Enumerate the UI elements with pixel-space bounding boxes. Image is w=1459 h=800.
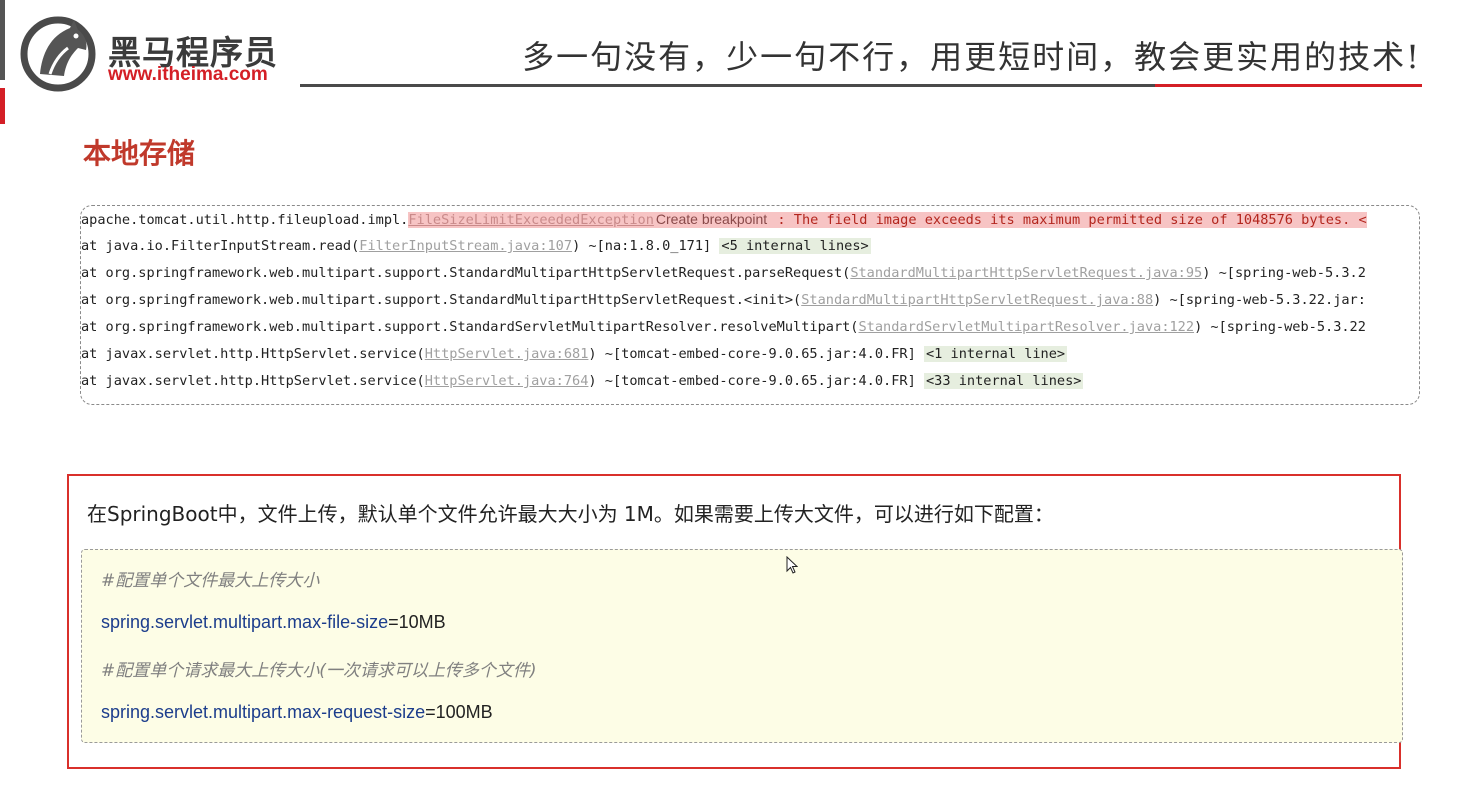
edge-bar-dark: [0, 0, 5, 80]
source-link[interactable]: StandardServletMultipartResolver.java:12…: [859, 319, 1195, 335]
logo-website: www.itheima.com: [108, 64, 268, 85]
trace-line: at org.springframework.web.multipart.sup…: [81, 314, 1366, 341]
trace-frame-text: at javax.servlet.http.HttpServlet.servic…: [81, 346, 425, 362]
trace-frame-text: at org.springframework.web.multipart.sup…: [81, 292, 802, 308]
trace-frame-suffix: ) ~[tomcat-embed-core-9.0.65.jar:4.0.FR]: [588, 373, 924, 389]
config-comment: #配置单个文件最大上传大小: [101, 571, 320, 591]
source-link[interactable]: StandardMultipartHttpServletRequest.java…: [850, 265, 1202, 281]
property-key: spring.servlet.multipart.max-file-size: [101, 612, 389, 632]
config-code-block: #配置单个文件最大上传大小 spring.servlet.multipart.m…: [81, 549, 1403, 743]
trace-frame-suffix: ) ~[spring-web-5.3.22: [1194, 319, 1366, 335]
config-property: spring.servlet.multipart.max-request-siz…: [101, 702, 493, 723]
header-rule-dark: [300, 84, 1156, 87]
source-link[interactable]: HttpServlet.java:681: [425, 346, 589, 362]
source-link[interactable]: StandardMultipartHttpServletRequest.java…: [801, 292, 1153, 308]
exception-class-link[interactable]: FileSizeLimitExceededException: [408, 212, 654, 228]
trace-frame-suffix: ) ~[spring-web-5.3.22.jar:: [1153, 292, 1366, 308]
horse-head-logo-icon: [20, 16, 96, 92]
trace-line-exception: apache.tomcat.util.http.fileupload.impl.…: [81, 206, 1367, 233]
mouse-pointer-icon: [786, 556, 798, 574]
internal-lines-toggle[interactable]: <5 internal lines>: [719, 238, 871, 254]
note-box: 在SpringBoot中，文件上传，默认单个文件允许最大大小为 1M。如果需要上…: [67, 474, 1403, 769]
create-breakpoint-link[interactable]: Create breakpoint: [656, 211, 767, 227]
source-link[interactable]: HttpServlet.java:764: [425, 373, 589, 389]
trace-frame-text: at javax.servlet.http.HttpServlet.servic…: [81, 373, 425, 389]
brand-logo: 黑马程序员 www.itheima.com: [20, 14, 280, 92]
property-value: =10MB: [388, 612, 446, 632]
internal-lines-toggle[interactable]: <1 internal line>: [923, 346, 1068, 362]
trace-line: at java.io.FilterInputStream.read(Filter…: [81, 233, 871, 260]
header-slogan: 多一句没有，少一句不行，用更短时间，教会更实用的技术!: [522, 38, 1421, 76]
exception-message: : The field image exceeds its maximum pe…: [769, 212, 1367, 228]
edge-bar-red: [0, 88, 5, 124]
trace-frame-suffix: ) ~[tomcat-embed-core-9.0.65.jar:4.0.FR]: [588, 346, 924, 362]
internal-lines-toggle[interactable]: <33 internal lines>: [923, 373, 1084, 389]
page-title: 本地存储: [83, 137, 196, 170]
trace-frame-suffix: ) ~[spring-web-5.3.2: [1202, 265, 1366, 281]
stack-trace-panel: apache.tomcat.util.http.fileupload.impl.…: [80, 205, 1420, 405]
trace-frame-suffix: ) ~[na:1.8.0_171]: [572, 238, 720, 254]
trace-line: at javax.servlet.http.HttpServlet.servic…: [81, 368, 1084, 395]
config-property: spring.servlet.multipart.max-file-size=1…: [101, 612, 446, 633]
property-key: spring.servlet.multipart.max-request-siz…: [101, 702, 426, 722]
trace-frame-text: at java.io.FilterInputStream.read(: [81, 238, 360, 254]
trace-frame-text: at org.springframework.web.multipart.sup…: [81, 265, 851, 281]
property-value: =100MB: [425, 702, 493, 722]
header-rule-red: [1155, 84, 1422, 87]
trace-frame-text: at org.springframework.web.multipart.sup…: [81, 319, 859, 335]
trace-line: at javax.servlet.http.HttpServlet.servic…: [81, 341, 1068, 368]
config-comment: #配置单个请求最大上传大小(一次请求可以上传多个文件): [101, 661, 537, 681]
note-text: 在SpringBoot中，文件上传，默认单个文件允许最大大小为 1M。如果需要上…: [87, 502, 1054, 526]
trace-package-prefix: apache.tomcat.util.http.fileupload.impl.: [81, 212, 409, 228]
trace-line: at org.springframework.web.multipart.sup…: [81, 287, 1366, 314]
exception-highlight: FileSizeLimitExceededException Create bre…: [408, 211, 1367, 228]
source-link[interactable]: FilterInputStream.java:107: [359, 238, 572, 254]
trace-line: at org.springframework.web.multipart.sup…: [81, 260, 1366, 287]
